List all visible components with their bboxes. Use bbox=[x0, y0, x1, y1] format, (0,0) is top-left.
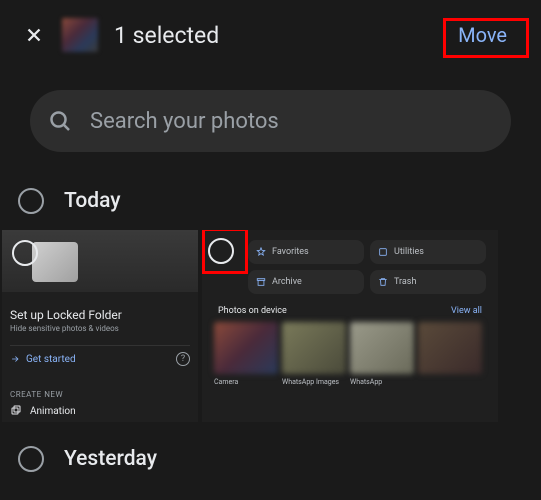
pill-favorites[interactable]: Favorites bbox=[248, 240, 364, 264]
select-thumb-radio-2[interactable] bbox=[208, 238, 234, 264]
thumbnail-row: Set up Locked Folder Hide sensitive phot… bbox=[0, 230, 541, 422]
pill-utilities[interactable]: Utilities bbox=[370, 240, 486, 264]
photos-on-device-label: Photos on device bbox=[218, 306, 287, 316]
search-bar[interactable]: Search your photos bbox=[30, 90, 511, 152]
selected-count-text: 1 selected bbox=[114, 22, 219, 49]
create-new-header: CREATE NEW bbox=[2, 390, 198, 399]
animation-row[interactable]: Animation bbox=[2, 399, 198, 422]
pill-trash[interactable]: Trash bbox=[370, 270, 486, 294]
library-card-inner: Favorites Utilities Archive Trash Photos… bbox=[202, 230, 498, 396]
thumbnail-card-library[interactable]: Favorites Utilities Archive Trash Photos… bbox=[202, 230, 498, 422]
select-thumb-radio[interactable] bbox=[12, 240, 38, 266]
section-header-yesterday: Yesterday bbox=[0, 422, 541, 482]
device-thumb[interactable] bbox=[282, 322, 346, 374]
selected-thumbnail bbox=[62, 18, 98, 52]
view-all-link[interactable]: View all bbox=[451, 306, 482, 316]
pill-label: Trash bbox=[394, 277, 416, 287]
animation-label: Animation bbox=[30, 406, 76, 417]
locked-folder-body: Set up Locked Folder Hide sensitive phot… bbox=[2, 300, 198, 380]
device-labels: Camera WhatsApp Images WhatsApp bbox=[208, 374, 492, 390]
select-all-yesterday-radio[interactable] bbox=[18, 446, 44, 472]
locked-folder-action-row: Get started ? bbox=[10, 345, 190, 372]
library-pill-grid: Favorites Utilities Archive Trash bbox=[208, 236, 492, 304]
search-icon bbox=[48, 109, 72, 133]
section-title-yesterday: Yesterday bbox=[64, 447, 157, 471]
locked-folder-subtitle: Hide sensitive photos & videos bbox=[10, 324, 190, 333]
get-started-link[interactable]: Get started bbox=[10, 354, 76, 365]
device-label: WhatsApp bbox=[350, 378, 414, 386]
device-label: Camera bbox=[214, 378, 278, 386]
close-icon[interactable] bbox=[22, 23, 46, 47]
device-thumb[interactable] bbox=[350, 322, 414, 374]
locked-folder-title: Set up Locked Folder bbox=[10, 308, 190, 322]
thumbnail-card-locked-folder[interactable]: Set up Locked Folder Hide sensitive phot… bbox=[2, 230, 198, 422]
move-button[interactable]: Move bbox=[446, 19, 519, 51]
photos-on-device-row: Photos on device View all bbox=[208, 304, 492, 322]
selection-header: 1 selected Move bbox=[0, 0, 541, 70]
pill-label: Favorites bbox=[272, 247, 309, 257]
select-all-today-radio[interactable] bbox=[18, 188, 44, 214]
pill-label: Archive bbox=[272, 277, 302, 287]
device-label: WhatsApp Images bbox=[282, 378, 346, 386]
pill-archive[interactable]: Archive bbox=[248, 270, 364, 294]
search-placeholder: Search your photos bbox=[90, 109, 279, 134]
help-icon[interactable]: ? bbox=[176, 352, 190, 366]
section-title-today: Today bbox=[64, 189, 121, 213]
device-thumb[interactable] bbox=[214, 322, 278, 374]
get-started-label: Get started bbox=[26, 354, 76, 365]
section-header-today: Today bbox=[0, 182, 541, 230]
pill-label: Utilities bbox=[394, 247, 424, 257]
device-thumb[interactable] bbox=[418, 322, 482, 374]
device-thumbnails bbox=[208, 322, 492, 374]
